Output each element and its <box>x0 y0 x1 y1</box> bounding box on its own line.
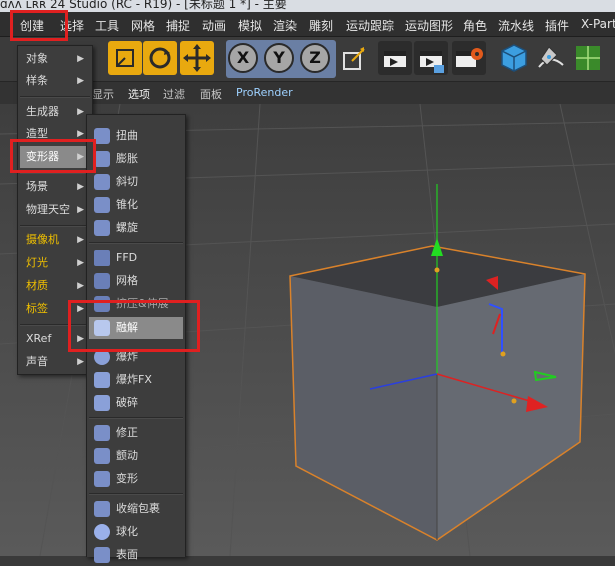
deformer-correction[interactable]: 修正 <box>89 422 183 444</box>
render-settings-icon[interactable] <box>452 41 486 75</box>
menu-mograph[interactable]: 运动图形 <box>405 17 453 34</box>
menu-render[interactable]: 渲染 <box>273 17 297 34</box>
deformer-bend[interactable]: 扭曲 <box>89 125 183 147</box>
menu-tools[interactable]: 工具 <box>95 17 119 34</box>
z-axis-lock-button[interactable]: Z <box>300 43 330 73</box>
deformer-spherify[interactable]: 球化 <box>89 521 183 543</box>
explosion-fx-icon <box>94 372 110 388</box>
deformer-bulge[interactable]: 膨胀 <box>89 148 183 170</box>
menu-simulate[interactable]: 模拟 <box>238 17 262 34</box>
create-menu-sound[interactable]: 声音 ▶ <box>20 351 90 373</box>
bend-icon <box>94 128 110 144</box>
create-menu-object[interactable]: 对象 ▶ <box>20 48 90 70</box>
move-icon[interactable] <box>180 41 214 75</box>
subdivision-icon[interactable] <box>571 41 605 75</box>
shear-icon <box>94 174 110 190</box>
surface-icon <box>94 547 110 563</box>
taper-icon <box>94 197 110 213</box>
deformer-surface[interactable]: 表面 <box>89 544 183 566</box>
jiggle-icon <box>94 448 110 464</box>
deformer-shatter[interactable]: 破碎 <box>89 392 183 414</box>
correction-icon <box>94 425 110 441</box>
window-title-bar: ɑʌʌ ʟʀʀ 24 Studio (RC - R19) - [未标题 1 *]… <box>0 0 615 12</box>
deformer-ffd[interactable]: FFD <box>89 247 183 269</box>
create-menu-camera[interactable]: 摄像机 ▶ <box>20 229 90 251</box>
shrink-wrap-icon <box>94 501 110 517</box>
ffd-icon <box>94 250 110 266</box>
render-view-icon[interactable] <box>378 41 412 75</box>
deformer-mesh[interactable]: 网格 <box>89 270 183 292</box>
render-picture-viewer-icon[interactable] <box>414 41 448 75</box>
highlight-deformer-item <box>10 139 96 173</box>
deformer-jiggle[interactable]: 颤动 <box>89 445 183 467</box>
deformer-shear[interactable]: 斜切 <box>89 171 183 193</box>
viewport-menu-display[interactable]: 显示 <box>92 86 114 102</box>
menu-character[interactable]: 角色 <box>463 17 487 34</box>
create-menu-spline[interactable]: 样条 ▶ <box>20 70 90 92</box>
deformer-twist[interactable]: 螺旋 <box>89 217 183 239</box>
shatter-icon <box>94 395 110 411</box>
create-menu-light[interactable]: 灯光 ▶ <box>20 252 90 274</box>
menu-snap[interactable]: 捕捉 <box>166 17 190 34</box>
twist-icon <box>94 220 110 236</box>
select-icon[interactable] <box>108 41 142 75</box>
deformer-taper[interactable]: 锥化 <box>89 194 183 216</box>
pen-tool-icon[interactable] <box>533 41 567 75</box>
y-axis-lock-button[interactable]: Y <box>264 43 294 73</box>
cube-icon[interactable] <box>497 41 531 75</box>
x-axis-lock-button[interactable]: X <box>228 43 258 73</box>
menu-motion-tracking[interactable]: 运动跟踪 <box>346 17 394 34</box>
main-menubar: 创建 选择 工具 网格 捕捉 动画 模拟 渲染 雕刻 运动跟踪 运动图形 角色 … <box>0 12 615 37</box>
create-menu-generator[interactable]: 生成器 ▶ <box>20 101 90 123</box>
menu-mesh[interactable]: 网格 <box>131 17 155 34</box>
spherify-icon <box>94 524 110 540</box>
viewport-menu-prorender[interactable]: ProRender <box>236 86 293 99</box>
menu-sculpt[interactable]: 雕刻 <box>309 17 333 34</box>
viewport-menu-filter[interactable]: 过滤 <box>163 86 185 102</box>
deformer-explosion-fx[interactable]: 爆炸FX <box>89 369 183 391</box>
deformer-shrink-wrap[interactable]: 收缩包裹 <box>89 498 183 520</box>
menu-animate[interactable]: 动画 <box>202 17 226 34</box>
coordinate-system-icon[interactable] <box>338 41 372 75</box>
morph-icon <box>94 471 110 487</box>
create-menu-scene[interactable]: 场景 ▶ <box>20 176 90 198</box>
viewport-menu-options[interactable]: 选项 <box>128 86 150 102</box>
highlight-melt-item <box>68 300 200 352</box>
menu-plugins[interactable]: 插件 <box>545 17 569 34</box>
create-menu-physical-sky[interactable]: 物理天空 ▶ <box>20 199 90 221</box>
menu-pipeline[interactable]: 流水线 <box>498 17 534 34</box>
bulge-icon <box>94 151 110 167</box>
deformer-morph[interactable]: 变形 <box>89 468 183 490</box>
create-menu-material[interactable]: 材质 ▶ <box>20 275 90 297</box>
viewport-menu-panel[interactable]: 面板 <box>200 86 222 102</box>
menu-xparticles[interactable]: X-Particles <box>581 17 615 31</box>
highlight-create-menu <box>10 10 68 41</box>
mesh-deformer-icon <box>94 273 110 289</box>
rotate-icon[interactable] <box>143 41 177 75</box>
